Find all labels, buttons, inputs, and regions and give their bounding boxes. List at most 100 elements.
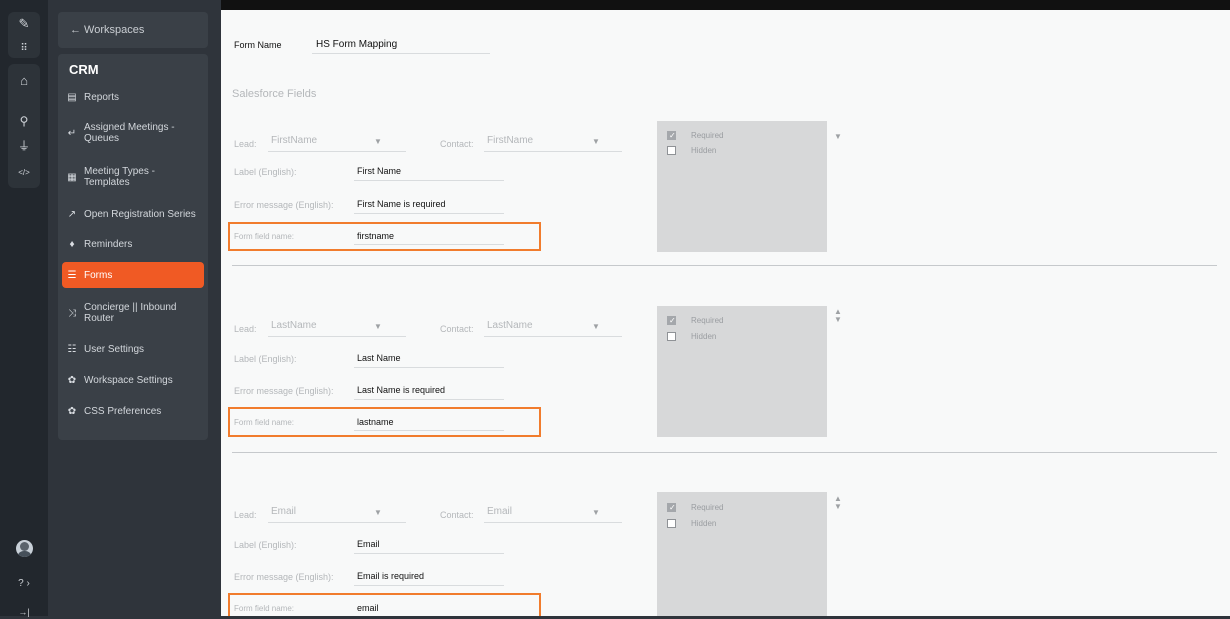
error-message-label: Error message (English):: [234, 386, 334, 396]
hidden-label: Hidden: [691, 332, 717, 341]
avatar[interactable]: [16, 540, 33, 557]
sort-arrows-icon[interactable]: ▲ ▼: [834, 308, 842, 324]
chevron-down-icon: ▼: [374, 137, 382, 146]
reports-icon: ▤: [67, 91, 77, 103]
lead-select[interactable]: Email: [271, 506, 296, 517]
sidebar-section-title: CRM: [69, 62, 99, 77]
contact-label: Contact:: [440, 510, 474, 520]
chevron-down-icon: ▼: [374, 322, 382, 331]
error-message-input[interactable]: Email is required: [357, 571, 424, 581]
field-divider: [232, 452, 1217, 453]
form-field-name-label: Form field name:: [234, 232, 295, 241]
contact-underline: [484, 522, 622, 523]
contact-underline: [484, 336, 622, 337]
form-field-name-input[interactable]: firstname: [357, 231, 394, 241]
chevron-down-icon: ▼: [592, 508, 600, 517]
sidebar-item-reports[interactable]: ▤ Reports: [66, 90, 206, 104]
label-english-input[interactable]: Last Name: [357, 353, 401, 363]
error-message-input[interactable]: Last Name is required: [357, 385, 445, 395]
label-english-underline: [354, 180, 504, 181]
sidebar-item-label: Forms: [84, 269, 113, 281]
sidebar-item-css-preferences[interactable]: ✿ CSS Preferences: [66, 404, 206, 418]
form-field-name-input[interactable]: lastname: [357, 417, 394, 427]
required-checkbox[interactable]: [667, 503, 676, 512]
hidden-checkbox[interactable]: [667, 519, 676, 528]
error-message-label: Error message (English):: [234, 200, 334, 210]
sidebar-item-label: Open Registration Series: [84, 208, 196, 220]
forms-icon: ☰: [67, 269, 77, 281]
code-icon[interactable]: </>: [0, 166, 48, 180]
top-bar: [221, 0, 1230, 10]
form-name-input[interactable]: HS Form Mapping: [316, 39, 397, 50]
label-english-input[interactable]: First Name: [357, 166, 401, 176]
lead-underline: [268, 151, 406, 152]
help-icon[interactable]: ? ›: [0, 577, 48, 591]
label-english-label: Label (English):: [234, 540, 297, 550]
sidebar-item-label: Workspace Settings: [84, 374, 173, 386]
required-checkbox[interactable]: [667, 316, 676, 325]
sidebar-item-label: User Settings: [84, 343, 145, 355]
hidden-label: Hidden: [691, 146, 717, 155]
chevron-down-icon: ▼: [592, 137, 600, 146]
label-english-underline: [354, 367, 504, 368]
hidden-checkbox[interactable]: [667, 146, 676, 155]
lead-underline: [268, 336, 406, 337]
required-checkbox[interactable]: [667, 131, 676, 140]
icon-rail: ✎ ⠿ ⌂ ⚲ ⏚ </> ? › →|: [0, 0, 48, 619]
label-english-input[interactable]: Email: [357, 539, 380, 549]
sort-arrows-icon[interactable]: ▲ ▼: [834, 495, 842, 511]
workspaces-back-link[interactable]: ← Workspaces: [58, 12, 208, 48]
queue-icon: ↵: [67, 127, 77, 139]
lead-underline: [268, 522, 406, 523]
form-name-underline: [312, 53, 490, 54]
form-field-name-input[interactable]: email: [357, 603, 379, 613]
contact-underline: [484, 151, 622, 152]
hidden-label: Hidden: [691, 519, 717, 528]
lead-select[interactable]: FirstName: [271, 135, 317, 146]
sidebar-item-forms[interactable]: ☰ Forms: [62, 262, 204, 288]
lead-select[interactable]: LastName: [271, 320, 317, 331]
contact-label: Contact:: [440, 139, 474, 149]
user-icon[interactable]: ⚲: [0, 114, 48, 128]
home-icon[interactable]: ⌂: [0, 74, 48, 88]
sidebar-item-open-registration-series[interactable]: ↗ Open Registration Series: [66, 207, 206, 221]
error-message-label: Error message (English):: [234, 572, 334, 582]
sidebar-item-label: CSS Preferences: [84, 405, 162, 417]
form-field-name-label: Form field name:: [234, 604, 295, 613]
lead-label: Lead:: [234, 139, 257, 149]
required-label: Required: [691, 131, 724, 140]
shuffle-icon: ⤨: [68, 307, 76, 319]
required-label: Required: [691, 316, 724, 325]
form-field-name-label: Form field name:: [234, 418, 295, 427]
brand-logo-icon[interactable]: ✎: [0, 17, 48, 31]
section-title: Salesforce Fields: [232, 88, 317, 100]
sidebar-item-meeting-types-templates[interactable]: ▦ Meeting Types - Templates: [66, 164, 206, 190]
apps-grid-icon[interactable]: ⠿: [0, 42, 48, 56]
options-panel: [657, 492, 827, 616]
required-label: Required: [691, 503, 724, 512]
label-english-label: Label (English):: [234, 354, 297, 364]
sidebar-item-reminders[interactable]: ♦ Reminders: [66, 237, 206, 251]
contact-select[interactable]: LastName: [487, 320, 533, 331]
sidebar-item-workspace-settings[interactable]: ✿ Workspace Settings: [66, 373, 206, 387]
sidebar-item-concierge-inbound-router[interactable]: ⤨ Concierge || Inbound Router: [66, 300, 206, 326]
label-english-label: Label (English):: [234, 167, 297, 177]
hidden-checkbox[interactable]: [667, 332, 676, 341]
error-message-input[interactable]: First Name is required: [357, 199, 446, 209]
chevron-down-icon[interactable]: ▼: [834, 132, 842, 141]
contact-label: Contact:: [440, 324, 474, 334]
contact-select[interactable]: FirstName: [487, 135, 533, 146]
chevron-down-icon: ▼: [592, 322, 600, 331]
contact-select[interactable]: Email: [487, 506, 512, 517]
sidebar-item-user-settings[interactable]: ☷ User Settings: [66, 342, 206, 356]
options-panel: [657, 121, 827, 252]
plug-icon[interactable]: ⏚: [0, 139, 48, 153]
lead-label: Lead:: [234, 324, 257, 334]
sidebar-item-label: Concierge || Inbound Router: [84, 302, 177, 324]
sidebar-item-label: Assigned Meetings - Queues: [84, 122, 175, 144]
expand-icon[interactable]: →|: [0, 605, 48, 619]
options-panel: [657, 306, 827, 437]
users-icon: ☷: [67, 343, 77, 355]
sidebar-item-assigned-meetings-queues[interactable]: ↵ Assigned Meetings - Queues: [66, 120, 206, 146]
error-message-underline: [354, 399, 504, 400]
